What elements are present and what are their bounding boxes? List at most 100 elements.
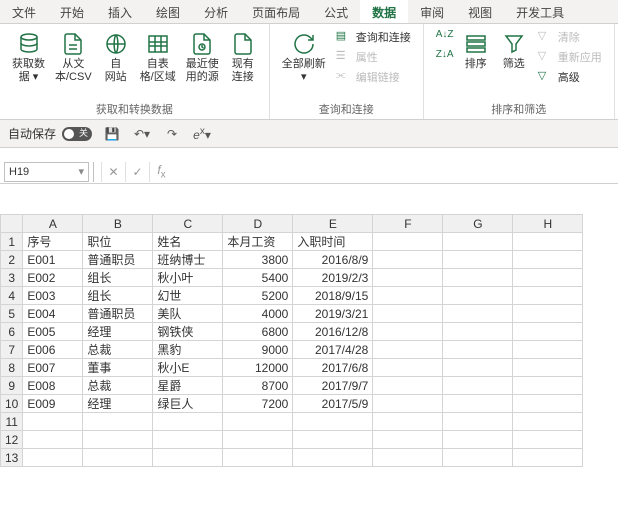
cell-G5[interactable] xyxy=(443,305,513,323)
clear-button[interactable]: ▽清除 xyxy=(534,28,606,46)
cell-C10[interactable]: 绿巨人 xyxy=(153,395,223,413)
from-web-button[interactable]: 自网站 xyxy=(98,28,134,86)
cell-H8[interactable] xyxy=(513,359,583,377)
row-header[interactable]: 6 xyxy=(1,323,23,341)
cell-C11[interactable] xyxy=(153,413,223,431)
cell-B2[interactable]: 普通职员 xyxy=(83,251,153,269)
cell-F9[interactable] xyxy=(373,377,443,395)
cell-H9[interactable] xyxy=(513,377,583,395)
cell-C3[interactable]: 秋小叶 xyxy=(153,269,223,287)
cell-F13[interactable] xyxy=(373,449,443,467)
redo-button[interactable]: ↷ xyxy=(162,124,182,144)
cell-A10[interactable]: E009 xyxy=(23,395,83,413)
cell-C4[interactable]: 幻世 xyxy=(153,287,223,305)
cell-D12[interactable] xyxy=(223,431,293,449)
row-header[interactable]: 5 xyxy=(1,305,23,323)
cell-F4[interactable] xyxy=(373,287,443,305)
cell-D10[interactable]: 7200 xyxy=(223,395,293,413)
tab-开发工具[interactable]: 开发工具 xyxy=(504,0,576,23)
cell-D11[interactable] xyxy=(223,413,293,431)
cell-C12[interactable] xyxy=(153,431,223,449)
advanced-button[interactable]: ▽高级 xyxy=(534,68,606,86)
cell-A9[interactable]: E008 xyxy=(23,377,83,395)
row-header[interactable]: 2 xyxy=(1,251,23,269)
insert-function-button[interactable]: fx xyxy=(149,162,173,182)
cell-G6[interactable] xyxy=(443,323,513,341)
refresh-all-button[interactable]: 全部刷新▾ xyxy=(278,28,330,86)
cell-B10[interactable]: 经理 xyxy=(83,395,153,413)
edit-links-button[interactable]: ⫘编辑链接 xyxy=(332,68,415,86)
cell-A1[interactable]: 序号 xyxy=(23,233,83,251)
select-all-corner[interactable] xyxy=(1,215,23,233)
cell-G10[interactable] xyxy=(443,395,513,413)
cell-D6[interactable]: 6800 xyxy=(223,323,293,341)
queries-connections-button[interactable]: ▤查询和连接 xyxy=(332,28,415,46)
cell-E3[interactable]: 2019/2/3 xyxy=(293,269,373,287)
cell-G9[interactable] xyxy=(443,377,513,395)
cell-B7[interactable]: 总裁 xyxy=(83,341,153,359)
cell-G7[interactable] xyxy=(443,341,513,359)
tab-插入[interactable]: 插入 xyxy=(96,0,144,23)
cell-B4[interactable]: 组长 xyxy=(83,287,153,305)
cell-H12[interactable] xyxy=(513,431,583,449)
cell-D1[interactable]: 本月工资 xyxy=(223,233,293,251)
cell-G12[interactable] xyxy=(443,431,513,449)
cell-D13[interactable] xyxy=(223,449,293,467)
cell-B5[interactable]: 普通职员 xyxy=(83,305,153,323)
cell-E10[interactable]: 2017/5/9 xyxy=(293,395,373,413)
cell-A12[interactable] xyxy=(23,431,83,449)
cell-H6[interactable] xyxy=(513,323,583,341)
cell-H11[interactable] xyxy=(513,413,583,431)
properties-button[interactable]: ☰属性 xyxy=(332,48,415,66)
tab-分析[interactable]: 分析 xyxy=(192,0,240,23)
row-header[interactable]: 3 xyxy=(1,269,23,287)
cell-A6[interactable]: E005 xyxy=(23,323,83,341)
cancel-formula-button[interactable]: ✕ xyxy=(101,162,125,182)
cell-F10[interactable] xyxy=(373,395,443,413)
cell-G1[interactable] xyxy=(443,233,513,251)
cell-H2[interactable] xyxy=(513,251,583,269)
cell-G3[interactable] xyxy=(443,269,513,287)
enter-formula-button[interactable]: ✓ xyxy=(125,162,149,182)
cell-C13[interactable] xyxy=(153,449,223,467)
cell-E13[interactable] xyxy=(293,449,373,467)
cell-B1[interactable]: 职位 xyxy=(83,233,153,251)
sort-asc-button[interactable]: A↓Z xyxy=(432,28,456,46)
row-header[interactable]: 13 xyxy=(1,449,23,467)
cell-G11[interactable] xyxy=(443,413,513,431)
cell-B3[interactable]: 组长 xyxy=(83,269,153,287)
from-table-button[interactable]: 自表格/区域 xyxy=(136,28,180,86)
cell-B11[interactable] xyxy=(83,413,153,431)
cell-E6[interactable]: 2016/12/8 xyxy=(293,323,373,341)
formula-input[interactable] xyxy=(173,162,618,182)
cell-G13[interactable] xyxy=(443,449,513,467)
undo-button[interactable]: ↶▾ xyxy=(132,124,152,144)
column-header-A[interactable]: A xyxy=(23,215,83,233)
cell-G2[interactable] xyxy=(443,251,513,269)
column-header-D[interactable]: D xyxy=(223,215,293,233)
cell-D2[interactable]: 3800 xyxy=(223,251,293,269)
tab-审阅[interactable]: 审阅 xyxy=(408,0,456,23)
cell-F3[interactable] xyxy=(373,269,443,287)
cell-C2[interactable]: 班纳博士 xyxy=(153,251,223,269)
cell-F2[interactable] xyxy=(373,251,443,269)
cell-F7[interactable] xyxy=(373,341,443,359)
column-header-H[interactable]: H xyxy=(513,215,583,233)
cell-B9[interactable]: 总裁 xyxy=(83,377,153,395)
cell-E4[interactable]: 2018/9/15 xyxy=(293,287,373,305)
cell-A3[interactable]: E002 xyxy=(23,269,83,287)
cell-C1[interactable]: 姓名 xyxy=(153,233,223,251)
cell-F5[interactable] xyxy=(373,305,443,323)
sort-button[interactable]: 排序 xyxy=(458,28,494,73)
save-button[interactable]: 💾 xyxy=(102,124,122,144)
cell-B6[interactable]: 经理 xyxy=(83,323,153,341)
cell-E8[interactable]: 2017/6/8 xyxy=(293,359,373,377)
cell-H3[interactable] xyxy=(513,269,583,287)
cell-F12[interactable] xyxy=(373,431,443,449)
cell-C5[interactable]: 美队 xyxy=(153,305,223,323)
column-header-C[interactable]: C xyxy=(153,215,223,233)
tab-公式[interactable]: 公式 xyxy=(312,0,360,23)
cell-B13[interactable] xyxy=(83,449,153,467)
cell-F6[interactable] xyxy=(373,323,443,341)
cell-H5[interactable] xyxy=(513,305,583,323)
